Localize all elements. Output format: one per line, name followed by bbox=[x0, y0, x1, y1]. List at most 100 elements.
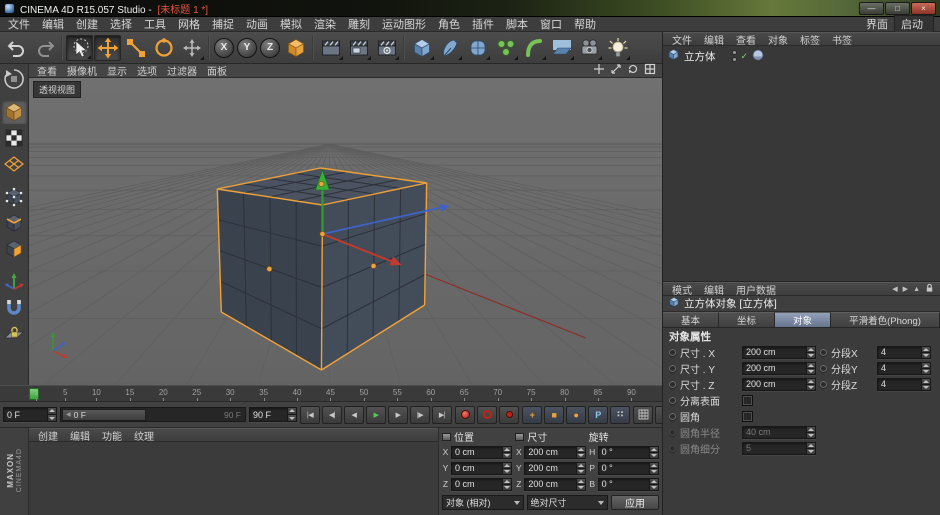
enable-check-icon[interactable]: ✓ bbox=[741, 51, 749, 62]
tab-object[interactable]: 对象 bbox=[775, 312, 831, 327]
edges-mode-button[interactable] bbox=[2, 211, 27, 235]
tab-phong[interactable]: 平滑着色(Phong) bbox=[831, 312, 940, 327]
tab-basic[interactable]: 基本 bbox=[663, 312, 719, 327]
viewport-menu-3[interactable]: 选项 bbox=[132, 63, 162, 78]
goto-start-button[interactable]: |◀ bbox=[300, 406, 320, 424]
material-list-area[interactable] bbox=[29, 442, 438, 515]
rotation-h-field[interactable]: 0 ° bbox=[598, 446, 659, 459]
coordinate-system-button[interactable] bbox=[282, 35, 309, 61]
main-menu-10[interactable]: 雕刻 bbox=[342, 16, 376, 32]
move-tool-button[interactable] bbox=[94, 35, 121, 61]
anim-dot[interactable] bbox=[669, 381, 676, 388]
om-menu-4[interactable]: 标签 bbox=[794, 32, 826, 47]
frame-stepper-icon[interactable] bbox=[287, 408, 296, 421]
redo-button[interactable] bbox=[31, 35, 58, 61]
menubar-right-0[interactable]: 界面 bbox=[860, 16, 894, 32]
main-menu-0[interactable]: 文件 bbox=[2, 16, 36, 32]
main-menu-11[interactable]: 运动图形 bbox=[376, 16, 432, 32]
minimize-button[interactable]: — bbox=[859, 2, 884, 15]
undo-button[interactable] bbox=[3, 35, 30, 61]
main-menu-7[interactable]: 动画 bbox=[240, 16, 274, 32]
cube-size-z-field[interactable]: 200 cm bbox=[742, 378, 816, 391]
am-menu-1[interactable]: 编辑 bbox=[698, 282, 730, 297]
size-column-header[interactable]: 尺寸 bbox=[515, 430, 585, 443]
main-menu-1[interactable]: 编辑 bbox=[36, 16, 70, 32]
anim-dot[interactable] bbox=[820, 365, 827, 372]
coord-mode-dropdown[interactable]: 对象 (相对) bbox=[442, 495, 524, 510]
scale-tool-button[interactable] bbox=[122, 35, 149, 61]
size-y-field[interactable]: 200 cm bbox=[524, 462, 585, 475]
om-menu-0[interactable]: 文件 bbox=[666, 32, 698, 47]
timeline-slider[interactable]: ◀0 F 90 F bbox=[60, 407, 246, 422]
lock-icon[interactable] bbox=[925, 283, 934, 295]
locked-workplane-button[interactable] bbox=[2, 322, 27, 346]
om-menu-5[interactable]: 书签 bbox=[826, 32, 858, 47]
array-generator-button[interactable] bbox=[492, 35, 519, 61]
timeline-slider-handle[interactable]: ◀0 F bbox=[62, 409, 146, 421]
visibility-dots[interactable] bbox=[732, 50, 737, 62]
next-frame-button[interactable]: ▶ bbox=[388, 406, 408, 424]
x-axis-lock-button[interactable]: X bbox=[214, 38, 234, 58]
frame-stepper-icon[interactable] bbox=[47, 408, 56, 421]
fillet-checkbox[interactable] bbox=[742, 411, 753, 422]
segments-z-field[interactable]: 4 bbox=[877, 378, 931, 391]
anim-dot[interactable] bbox=[820, 381, 827, 388]
anim-dot[interactable] bbox=[669, 365, 676, 372]
segments-x-field[interactable]: 4 bbox=[877, 346, 931, 359]
position-x-field[interactable]: 0 cm bbox=[451, 446, 512, 459]
om-menu-2[interactable]: 查看 bbox=[730, 32, 762, 47]
object-row-cube[interactable]: 立方体 ✓ bbox=[663, 48, 940, 64]
model-mode-button[interactable] bbox=[2, 100, 27, 124]
texture-mode-button[interactable] bbox=[2, 126, 27, 150]
primitive-cube-button[interactable] bbox=[408, 35, 435, 61]
main-menu-13[interactable]: 插件 bbox=[466, 16, 500, 32]
key-pla-toggle[interactable]: ∷ bbox=[610, 406, 630, 424]
size-z-field[interactable]: 200 cm bbox=[524, 478, 585, 491]
cube-size-y-field[interactable]: 200 cm bbox=[742, 362, 816, 375]
am-menu-0[interactable]: 模式 bbox=[666, 282, 698, 297]
position-z-field[interactable]: 0 cm bbox=[451, 478, 512, 491]
anim-dot[interactable] bbox=[669, 349, 676, 356]
snap-grid-icon[interactable] bbox=[633, 406, 653, 424]
workplane-mode-button[interactable] bbox=[2, 152, 27, 176]
goto-end-button[interactable]: ▶| bbox=[432, 406, 452, 424]
key-parameter-toggle[interactable]: P bbox=[588, 406, 608, 424]
key-position-toggle[interactable]: + bbox=[522, 406, 542, 424]
phong-tag-icon[interactable] bbox=[752, 49, 764, 64]
main-menu-5[interactable]: 网格 bbox=[172, 16, 206, 32]
cube-size-x-field[interactable]: 200 cm bbox=[742, 346, 816, 359]
current-frame-field[interactable]: 0 F bbox=[3, 407, 57, 422]
parent-object-icon[interactable]: ▲ bbox=[913, 286, 920, 293]
tab-coordinates[interactable]: 坐标 bbox=[719, 312, 775, 327]
main-menu-15[interactable]: 窗口 bbox=[534, 16, 568, 32]
size-x-field[interactable]: 200 cm bbox=[524, 446, 585, 459]
timeline-ruler[interactable]: 051015202530354045505560657075808590 bbox=[0, 385, 662, 401]
main-menu-16[interactable]: 帮助 bbox=[568, 16, 602, 32]
render-settings-button[interactable] bbox=[373, 35, 400, 61]
main-menu-3[interactable]: 选择 bbox=[104, 16, 138, 32]
recent-tool-button[interactable] bbox=[178, 35, 205, 61]
rotation-p-field[interactable]: 0 ° bbox=[598, 462, 659, 475]
render-to-picture-viewer-button[interactable] bbox=[345, 35, 372, 61]
close-button[interactable]: × bbox=[911, 2, 936, 15]
main-menu-8[interactable]: 模拟 bbox=[274, 16, 308, 32]
maximize-button[interactable]: □ bbox=[885, 2, 910, 15]
snap-button[interactable] bbox=[2, 296, 27, 320]
prev-frame-button[interactable]: ◀ bbox=[344, 406, 364, 424]
om-menu-1[interactable]: 编辑 bbox=[698, 32, 730, 47]
polygons-mode-button[interactable] bbox=[2, 237, 27, 261]
viewport-3d-scene[interactable] bbox=[29, 78, 662, 385]
coord-size-dropdown[interactable]: 绝对尺寸 bbox=[527, 495, 609, 510]
am-menu-2[interactable]: 用户数据 bbox=[730, 282, 782, 297]
viewport-menu-2[interactable]: 显示 bbox=[102, 63, 132, 78]
main-menu-4[interactable]: 工具 bbox=[138, 16, 172, 32]
bend-deformer-button[interactable] bbox=[520, 35, 547, 61]
camera-button[interactable] bbox=[576, 35, 603, 61]
y-axis-lock-button[interactable]: Y bbox=[237, 38, 257, 58]
history-forward-icon[interactable]: ▶ bbox=[903, 285, 908, 293]
segments-y-field[interactable]: 4 bbox=[877, 362, 931, 375]
light-button[interactable] bbox=[604, 35, 631, 61]
autokey-button[interactable] bbox=[477, 406, 497, 424]
render-view-button[interactable] bbox=[317, 35, 344, 61]
next-key-button[interactable]: |▶ bbox=[410, 406, 430, 424]
